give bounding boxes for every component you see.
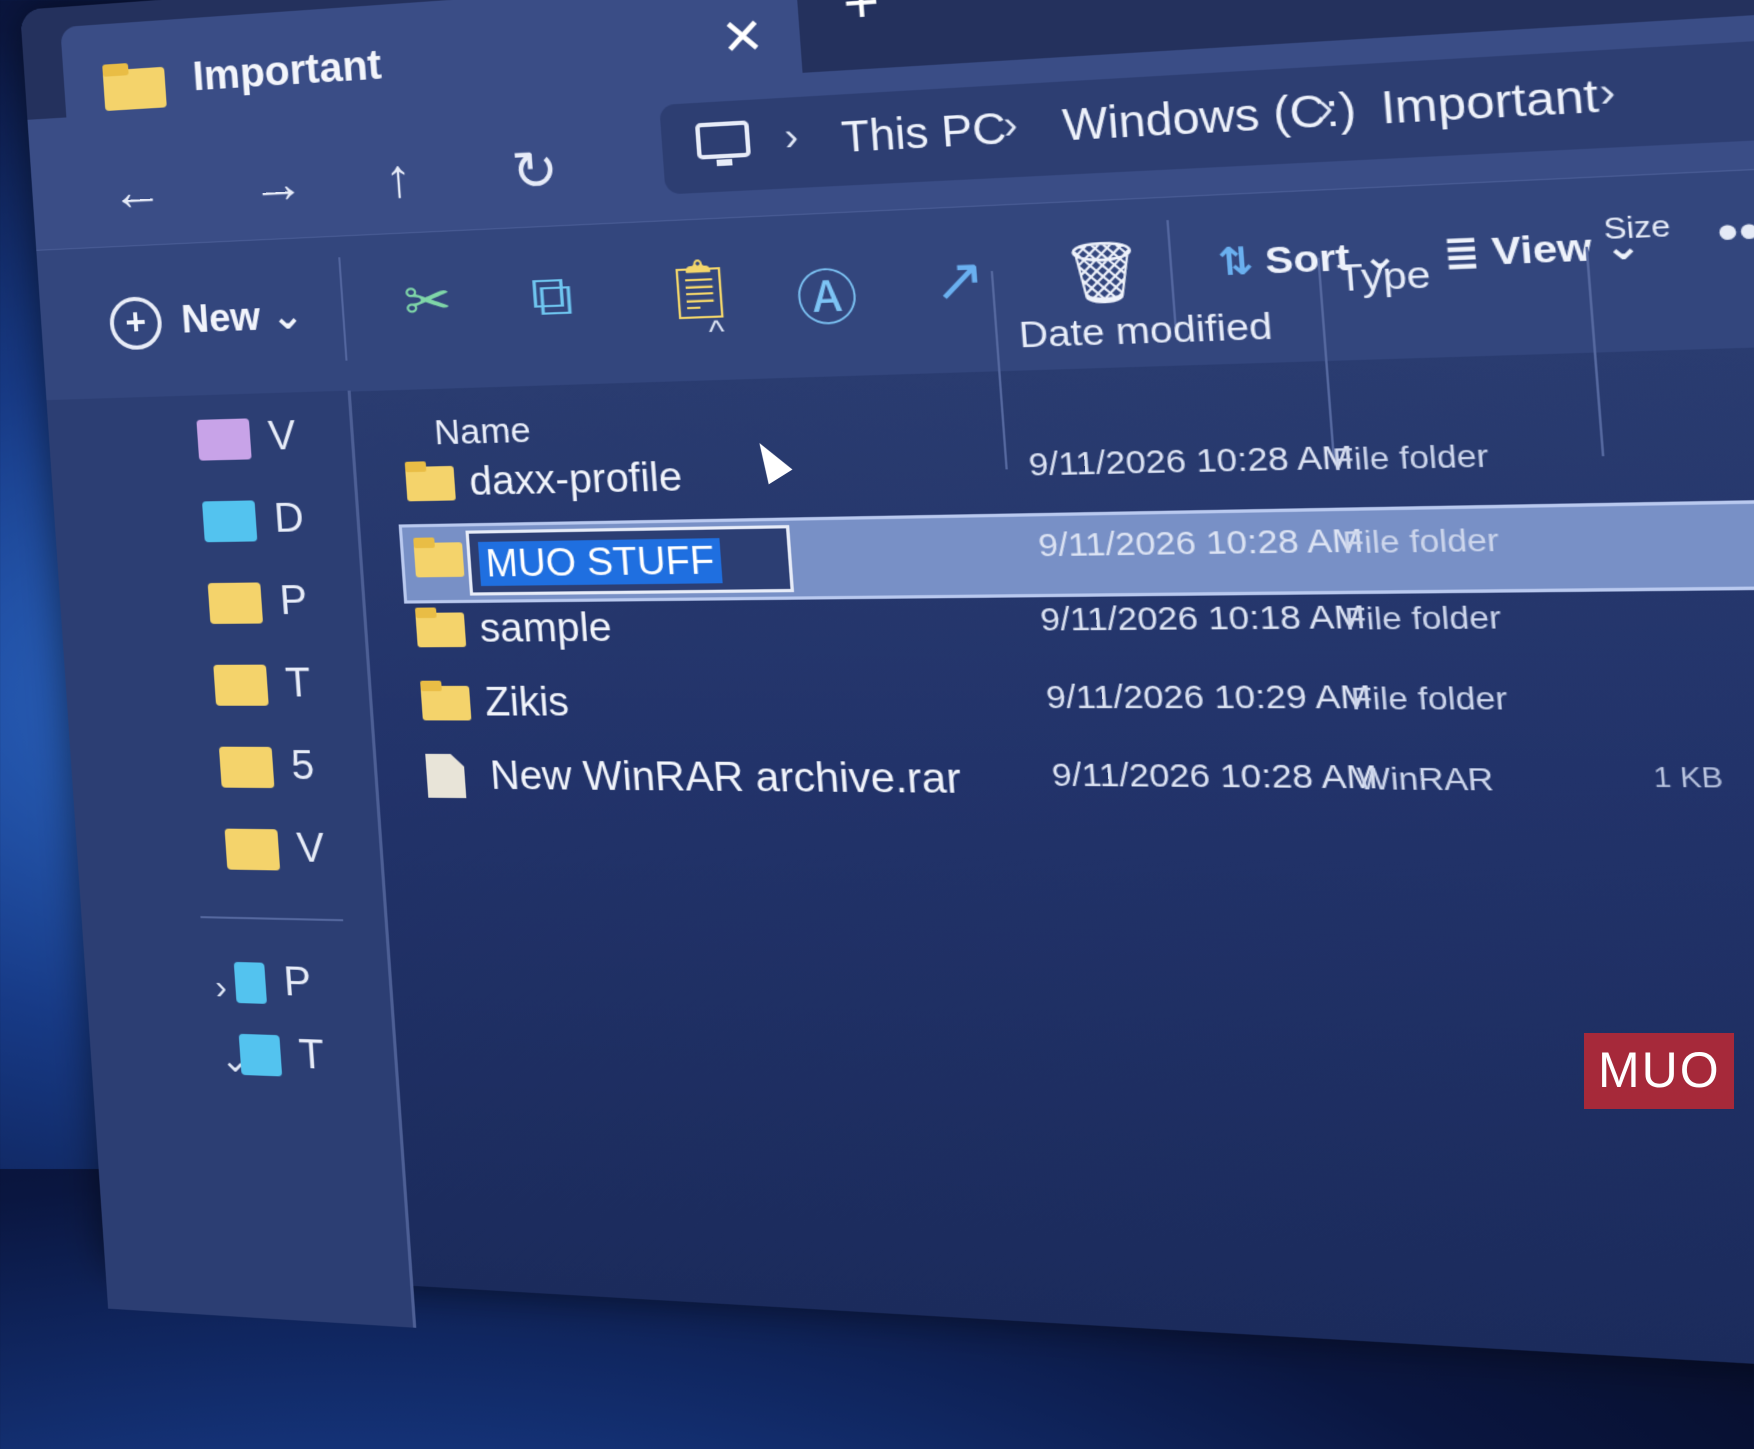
rename-icon[interactable]: Ⓐ	[793, 249, 861, 337]
sidebar-item-videos[interactable]: V	[196, 413, 297, 462]
file-type: File folder	[1331, 437, 1490, 477]
chevron-right-icon[interactable]: ›	[783, 114, 800, 160]
file-date: 9/11/2026 10:28 AM	[1050, 756, 1380, 797]
sidebar-item-drive[interactable]: P	[233, 958, 313, 1007]
tab-title: Important	[191, 42, 384, 100]
sidebar-item-label: T	[297, 1031, 326, 1079]
copy-icon[interactable]: ⧉	[529, 262, 575, 330]
folder-icon	[404, 461, 457, 507]
new-label: New	[180, 295, 262, 342]
file-name: sample	[478, 605, 614, 652]
file-date: 9/11/2026 10:29 AM	[1044, 678, 1373, 717]
view-lines-icon: ≣	[1441, 230, 1482, 276]
videos-icon	[196, 418, 252, 462]
column-date-modified[interactable]: Date modified	[1017, 305, 1274, 357]
folder-icon	[213, 665, 269, 707]
file-row-winrar-archive[interactable]: New WinRAR archive.rar 9/11/2026 10:28 A…	[414, 743, 1754, 837]
rename-input[interactable]: MUO STUFF	[465, 525, 795, 596]
file-type: File folder	[1341, 522, 1501, 561]
sidebar-item-folder[interactable]: 5	[218, 742, 316, 790]
share-icon[interactable]: ↗	[930, 244, 988, 315]
column-type[interactable]: Type	[1336, 253, 1432, 301]
more-options-button[interactable]: •••	[1714, 197, 1754, 263]
new-tab-button[interactable]: +	[841, 0, 882, 38]
refresh-icon[interactable]: ↻	[509, 139, 560, 205]
delete-icon[interactable]: 🗑︎	[1059, 237, 1147, 310]
folder-icon	[420, 680, 472, 726]
folder-icon	[414, 607, 467, 652]
folder-icon	[224, 829, 281, 871]
file-list: ^ Name Date modified Type Size daxx-prof…	[348, 208, 1754, 1449]
sidebar-item-label: T	[283, 660, 313, 706]
chevron-right-icon[interactable]: ›	[214, 968, 228, 1008]
file-name: Zikis	[483, 680, 571, 725]
sidebar-item-label: P	[278, 577, 309, 624]
forward-arrow-icon[interactable]: →	[249, 153, 306, 217]
desktop-icon	[202, 500, 258, 543]
paste-icon[interactable]: 📋︎	[659, 255, 740, 325]
chevron-right-icon[interactable]: ›	[1002, 102, 1020, 149]
watermark-text: MUO	[1598, 1042, 1721, 1098]
sidebar-item-desktop[interactable]: D	[202, 495, 306, 543]
muo-watermark-logo: MUO	[1584, 1033, 1734, 1109]
file-type: File folder	[1349, 680, 1509, 717]
sidebar-item-label: P	[282, 959, 313, 1006]
rename-input-text: MUO STUFF	[477, 538, 723, 587]
file-size: 1 KB	[1652, 762, 1725, 795]
sort-arrows-icon: ⇅	[1216, 240, 1256, 285]
file-type: WinRAR	[1355, 760, 1496, 798]
divider	[338, 257, 348, 361]
computer-icon	[694, 119, 754, 177]
file-date: 9/11/2026 10:28 AM	[1036, 522, 1365, 564]
column-name[interactable]: Name	[433, 410, 532, 453]
file-date: 9/11/2026 10:18 AM	[1038, 598, 1367, 639]
sidebar-item-label: V	[266, 412, 298, 459]
file-row-zikis[interactable]: Zikis 9/11/2026 10:29 AM File folder	[409, 664, 1754, 751]
breadcrumb-this-pc[interactable]: This PC	[840, 105, 1008, 163]
sidebar-item-label: D	[272, 495, 306, 542]
sidebar-item-this-pc[interactable]: T	[238, 1030, 326, 1079]
sidebar-item-folder[interactable]: P	[207, 577, 309, 625]
file-type: File folder	[1343, 599, 1503, 637]
sidebar-item-label: V	[295, 825, 327, 872]
folder-icon	[413, 537, 465, 583]
folder-icon	[102, 61, 167, 116]
file-name: daxx-profile	[467, 455, 684, 505]
sort-caret-icon: ^	[707, 314, 726, 351]
sidebar-item-folder[interactable]: T	[213, 660, 313, 707]
back-arrow-icon[interactable]: ←	[109, 161, 165, 224]
column-size[interactable]: Size	[1602, 208, 1672, 247]
sidebar-item-label: 5	[289, 742, 316, 789]
file-explorer-window: Important ✕ + Se ← → ↑ ↻ › This PC › Win…	[20, 0, 1754, 1400]
file-icon	[425, 753, 467, 804]
photo-scene: Important ✕ + Se ← → ↑ ↻ › This PC › Win…	[0, 0, 1754, 1400]
breadcrumb-windows-c[interactable]: Windows (C:)	[1061, 85, 1358, 151]
drive-icon	[233, 962, 268, 1005]
up-arrow-icon[interactable]: ↑	[383, 147, 415, 211]
cut-icon[interactable]: ✂	[402, 267, 454, 335]
new-button[interactable]: + New ⌄	[108, 290, 305, 351]
view-label: View	[1490, 225, 1594, 274]
chevron-right-icon[interactable]: ›	[1598, 68, 1618, 118]
file-name: New WinRAR archive.rar	[488, 754, 963, 803]
divider	[200, 916, 344, 922]
close-tab-icon[interactable]: ✕	[719, 6, 766, 67]
monitor-icon	[238, 1034, 283, 1077]
breadcrumb-important[interactable]: Important	[1379, 71, 1600, 135]
folder-icon	[218, 747, 275, 789]
folder-icon	[207, 582, 264, 625]
file-date: 9/11/2026 10:28 AM	[1027, 438, 1355, 484]
sidebar-item-folder[interactable]: V	[224, 824, 326, 872]
plus-circle-icon: +	[108, 295, 164, 351]
